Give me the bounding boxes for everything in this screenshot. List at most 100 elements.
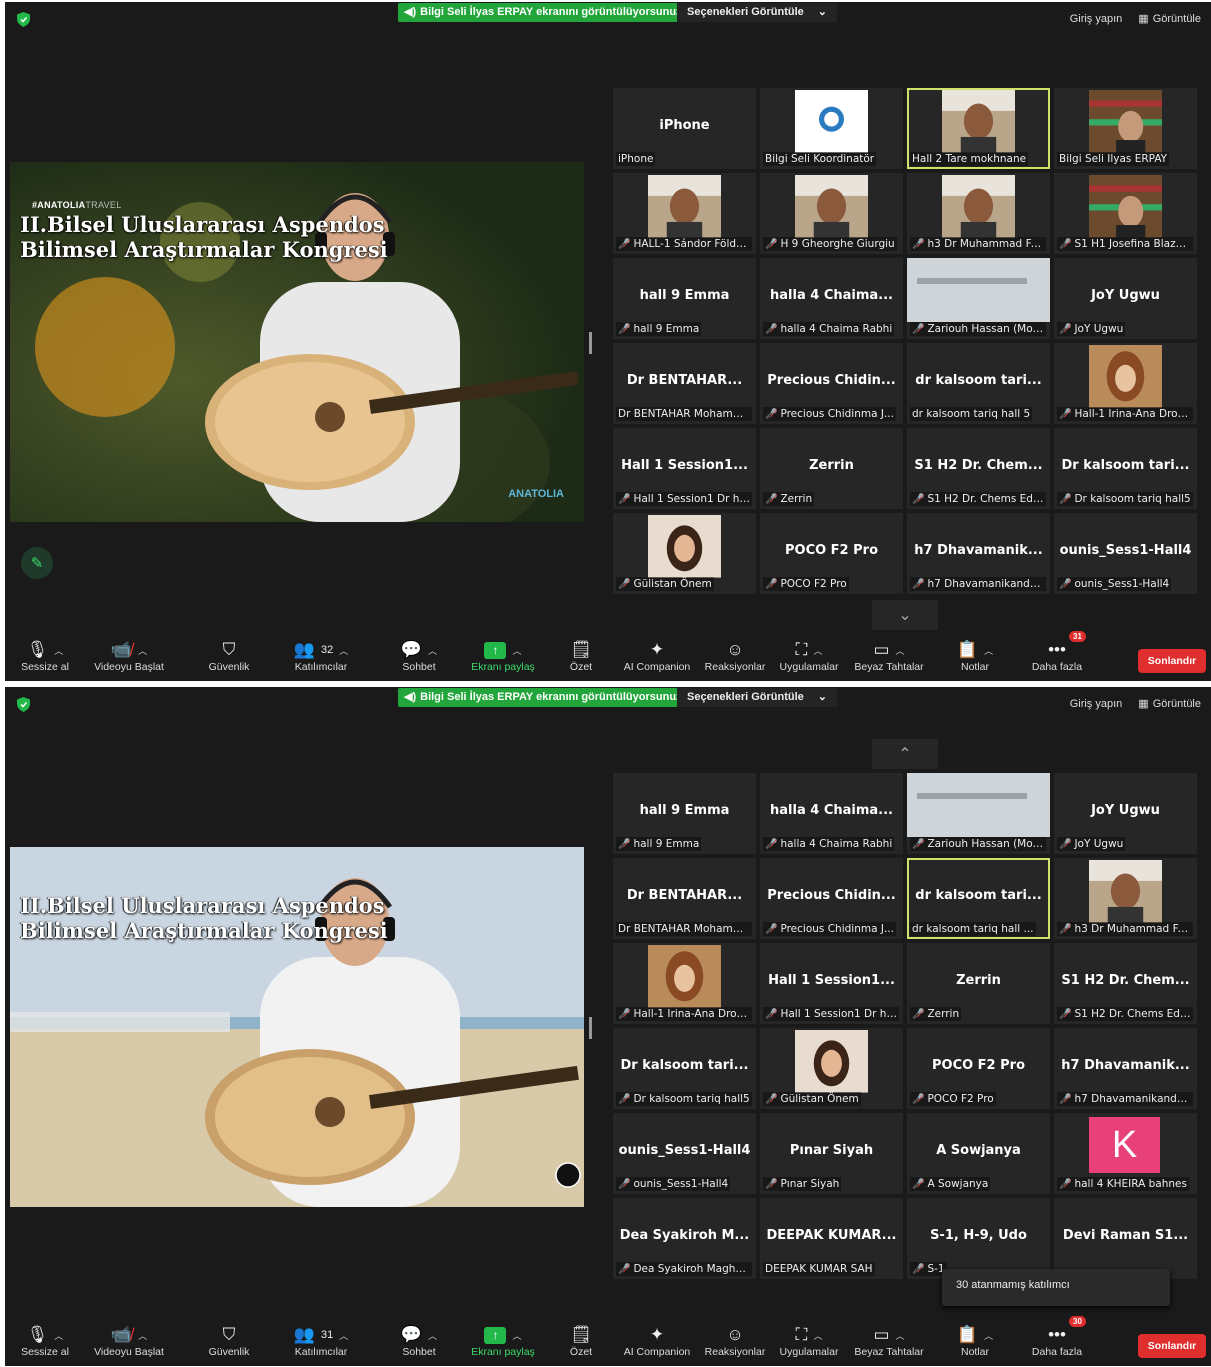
participant-tile[interactable]: Zerrin 🎤̸ Zerrin [760,428,903,509]
participant-tile[interactable]: DEEPAK KUMAR... DEEPAK KUMAR SAH [760,1198,903,1279]
chevron-up-icon[interactable]: ︿ [896,1329,905,1342]
ai-button[interactable]: ✦ AI Companion [617,639,697,673]
ai-button[interactable]: ✦ AI Companion [617,1324,697,1358]
apps-button[interactable]: ⛶ ︿ Uygulamalar [769,639,849,673]
participant-tile[interactable]: Pınar Siyah 🎤̸ Pınar Siyah [760,1113,903,1194]
chevron-up-icon[interactable]: ︿ [54,644,63,657]
view-button[interactable]: ▦ Görüntüle [1138,12,1201,26]
participant-tile[interactable]: halla 4 Chaima... 🎤̸ halla 4 Chaima Rabhi [760,773,903,854]
end-meeting-button[interactable]: Sonlandır [1138,1334,1206,1358]
participant-tile[interactable]: 🎤̸ Gülistan Önem [760,1028,903,1109]
encryption-shield-icon[interactable] [17,697,30,712]
resize-handle[interactable] [589,1017,592,1039]
summary-button[interactable]: 🗒 Özet [541,639,621,673]
participant-tile[interactable]: 🎤̸ HALL-1 Sándor Földv... [613,173,756,254]
chat-button[interactable]: 💬 ︿ Sohbet [379,639,459,673]
chevron-up-icon[interactable]: ︿ [138,644,147,657]
participant-tile[interactable]: Devi Raman S1... [1054,1198,1197,1279]
chevron-up-icon[interactable]: ︿ [984,644,993,657]
chevron-up-icon[interactable]: ︿ [896,644,905,657]
participant-tile[interactable]: S1 H2 Dr. Chem... 🎤̸ S1 H2 Dr. Chems Edd..… [907,428,1050,509]
video-button[interactable]: 📹̸ ︿ Videoyu Başlat [89,1324,169,1358]
chevron-up-icon[interactable]: ︿ [339,1329,348,1342]
chevron-up-icon[interactable]: ︿ [428,1329,437,1342]
participant-tile[interactable]: JoY Ugwu 🎤̸ JoY Ugwu [1054,258,1197,339]
view-options-dropdown[interactable]: Seçenekleri Görüntüle ⌄ [677,3,837,22]
participant-tile[interactable]: K 🎤̸ hall 4 KHEIRA bahnes [1054,1113,1197,1194]
participant-tile[interactable]: 🎤̸ Hall-1 Irina-Ana Drob... [1054,343,1197,424]
participant-tile[interactable]: Dr BENTAHAR... Dr BENTAHAR Mohamm... [613,343,756,424]
summary-button[interactable]: 🗒 Özet [541,1324,621,1358]
participant-tile[interactable]: POCO F2 Pro 🎤̸ POCO F2 Pro [760,513,903,594]
chevron-up-icon[interactable]: ︿ [984,1329,993,1342]
chevron-up-icon[interactable]: ︿ [512,644,521,657]
participant-tile[interactable]: Hall 1 Session1... 🎤̸ Hall 1 Session1 Dr h… [613,428,756,509]
signin-link[interactable]: Giriş yapın [1070,13,1123,25]
participant-tile[interactable]: 🎤̸ S1 H1 Josefina Blazsa... [1054,173,1197,254]
end-meeting-button[interactable]: Sonlandır [1138,649,1206,673]
participant-tile[interactable]: dr kalsoom tari... dr kalsoom tariq hall … [907,858,1050,939]
resize-handle[interactable] [589,332,592,354]
participant-tile[interactable]: S-1, H-9, Udo 🎤̸ S-1 [907,1198,1050,1279]
participant-tile[interactable]: Dr BENTAHAR... Dr BENTAHAR Mohamm... [613,858,756,939]
participant-tile[interactable]: Bilgi Seli Ilyas ERPAY [1054,88,1197,169]
participant-tile[interactable]: halla 4 Chaima... 🎤̸ halla 4 Chaima Rabhi [760,258,903,339]
participant-tile[interactable]: iPhone iPhone [613,88,756,169]
participant-tile[interactable]: Precious Chidin... 🎤̸ Precious Chidinma J.… [760,858,903,939]
more-button[interactable]: ••• 30 Daha fazla [1017,1316,1097,1358]
participant-tile[interactable]: A Sowjanya 🎤̸ A Sowjanya [907,1113,1050,1194]
reactions-button[interactable]: ☺ Reaksiyonlar [695,639,775,673]
annotate-pencil-icon[interactable]: ✎ [21,547,53,579]
participant-tile[interactable]: 🎤̸ Zariouh Hassan (Mod... [907,258,1050,339]
participant-tile[interactable]: JoY Ugwu 🎤̸ JoY Ugwu [1054,773,1197,854]
chat-button[interactable]: 💬 ︿ Sohbet [379,1324,459,1358]
participant-tile[interactable]: S1 H2 Dr. Chem... 🎤̸ S1 H2 Dr. Chems Edd..… [1054,943,1197,1024]
participants-button[interactable]: 👥 32 ︿ Katılımcılar [281,639,361,673]
view-options-dropdown[interactable]: Seçenekleri Görüntüle ⌄ [677,688,837,707]
participant-tile[interactable]: dr kalsoom tari... dr kalsoom tariq hall … [907,343,1050,424]
whiteboard-button[interactable]: ▭ ︿ Beyaz Tahtalar [849,639,929,673]
reactions-button[interactable]: ☺ Reaksiyonlar [695,1324,775,1358]
participant-tile[interactable]: 🎤̸ H 9 Gheorghe Giurgiu [760,173,903,254]
participant-tile[interactable]: hall 9 Emma 🎤̸ hall 9 Emma [613,773,756,854]
chevron-up-icon[interactable]: ︿ [813,1329,822,1342]
participant-tile[interactable]: Hall 2 Tare mokhnane [907,88,1050,169]
mute-button[interactable]: 🎙 ︿ Sessize al [5,639,85,673]
notes-button[interactable]: 📋 ︿ Notlar [935,639,1015,673]
participant-tile[interactable]: POCO F2 Pro 🎤̸ POCO F2 Pro [907,1028,1050,1109]
mute-button[interactable]: 🎙 ︿ Sessize al [5,1324,85,1358]
participant-tile[interactable]: 🎤̸ Gülistan Önem [613,513,756,594]
participant-tile[interactable]: Bilgi Seli Koordinatör [760,88,903,169]
security-button[interactable]: ⛉ Güvenlik [189,1324,269,1358]
participant-tile[interactable]: 🎤̸ h3 Dr Muhammad Fai... [1054,858,1197,939]
chevron-up-icon[interactable]: ︿ [428,644,437,657]
participant-tile[interactable]: 🎤̸ Hall-1 Irina-Ana Drob... [613,943,756,1024]
chevron-up-icon[interactable]: ︿ [339,644,348,657]
participant-tile[interactable]: Zerrin 🎤̸ Zerrin [907,943,1050,1024]
participant-tile[interactable]: h7 Dhavamanik... 🎤̸ h7 Dhavamanikandan... [1054,1028,1197,1109]
participant-tile[interactable]: ounis_Sess1-Hall4 🎤̸ ounis_Sess1-Hall4 [1054,513,1197,594]
participant-tile[interactable]: ounis_Sess1-Hall4 🎤̸ ounis_Sess1-Hall4 [613,1113,756,1194]
notes-button[interactable]: 📋 ︿ Notlar [935,1324,1015,1358]
participant-tile[interactable]: Dr kalsoom tari... 🎤̸ Dr kalsoom tariq hal… [613,1028,756,1109]
participant-tile[interactable]: Dr kalsoom tari... 🎤̸ Dr kalsoom tariq hal… [1054,428,1197,509]
gallery-next-page-button[interactable]: ⌄ [872,600,938,630]
share-button[interactable]: ↑ ︿ Ekranı paylaş [463,639,543,673]
signin-link[interactable]: Giriş yapın [1070,698,1123,710]
participants-button[interactable]: 👥 31 ︿ Katılımcılar [281,1324,361,1358]
gallery-prev-page-button[interactable]: ⌃ [872,739,938,769]
participant-tile[interactable]: Hall 1 Session1... 🎤̸ Hall 1 Session1 Dr h… [760,943,903,1024]
security-button[interactable]: ⛉ Güvenlik [189,639,269,673]
participant-tile[interactable]: 🎤̸ Zariouh Hassan (Mod... [907,773,1050,854]
participant-tile[interactable]: Dea Syakiroh M... 🎤̸ Dea Syakiroh Maghfir.… [613,1198,756,1279]
chevron-up-icon[interactable]: ︿ [813,644,822,657]
participant-tile[interactable]: Precious Chidin... 🎤̸ Precious Chidinma J.… [760,343,903,424]
more-button[interactable]: ••• 31 Daha fazla [1017,631,1097,673]
view-button[interactable]: ▦ Görüntüle [1138,697,1201,711]
video-button[interactable]: 📹̸ ︿ Videoyu Başlat [89,639,169,673]
participant-tile[interactable]: hall 9 Emma 🎤̸ hall 9 Emma [613,258,756,339]
apps-button[interactable]: ⛶ ︿ Uygulamalar [769,1324,849,1358]
chevron-up-icon[interactable]: ︿ [512,1329,521,1342]
share-button[interactable]: ↑ ︿ Ekranı paylaş [463,1324,543,1358]
participant-tile[interactable]: 🎤̸ h3 Dr Muhammad Fai... [907,173,1050,254]
